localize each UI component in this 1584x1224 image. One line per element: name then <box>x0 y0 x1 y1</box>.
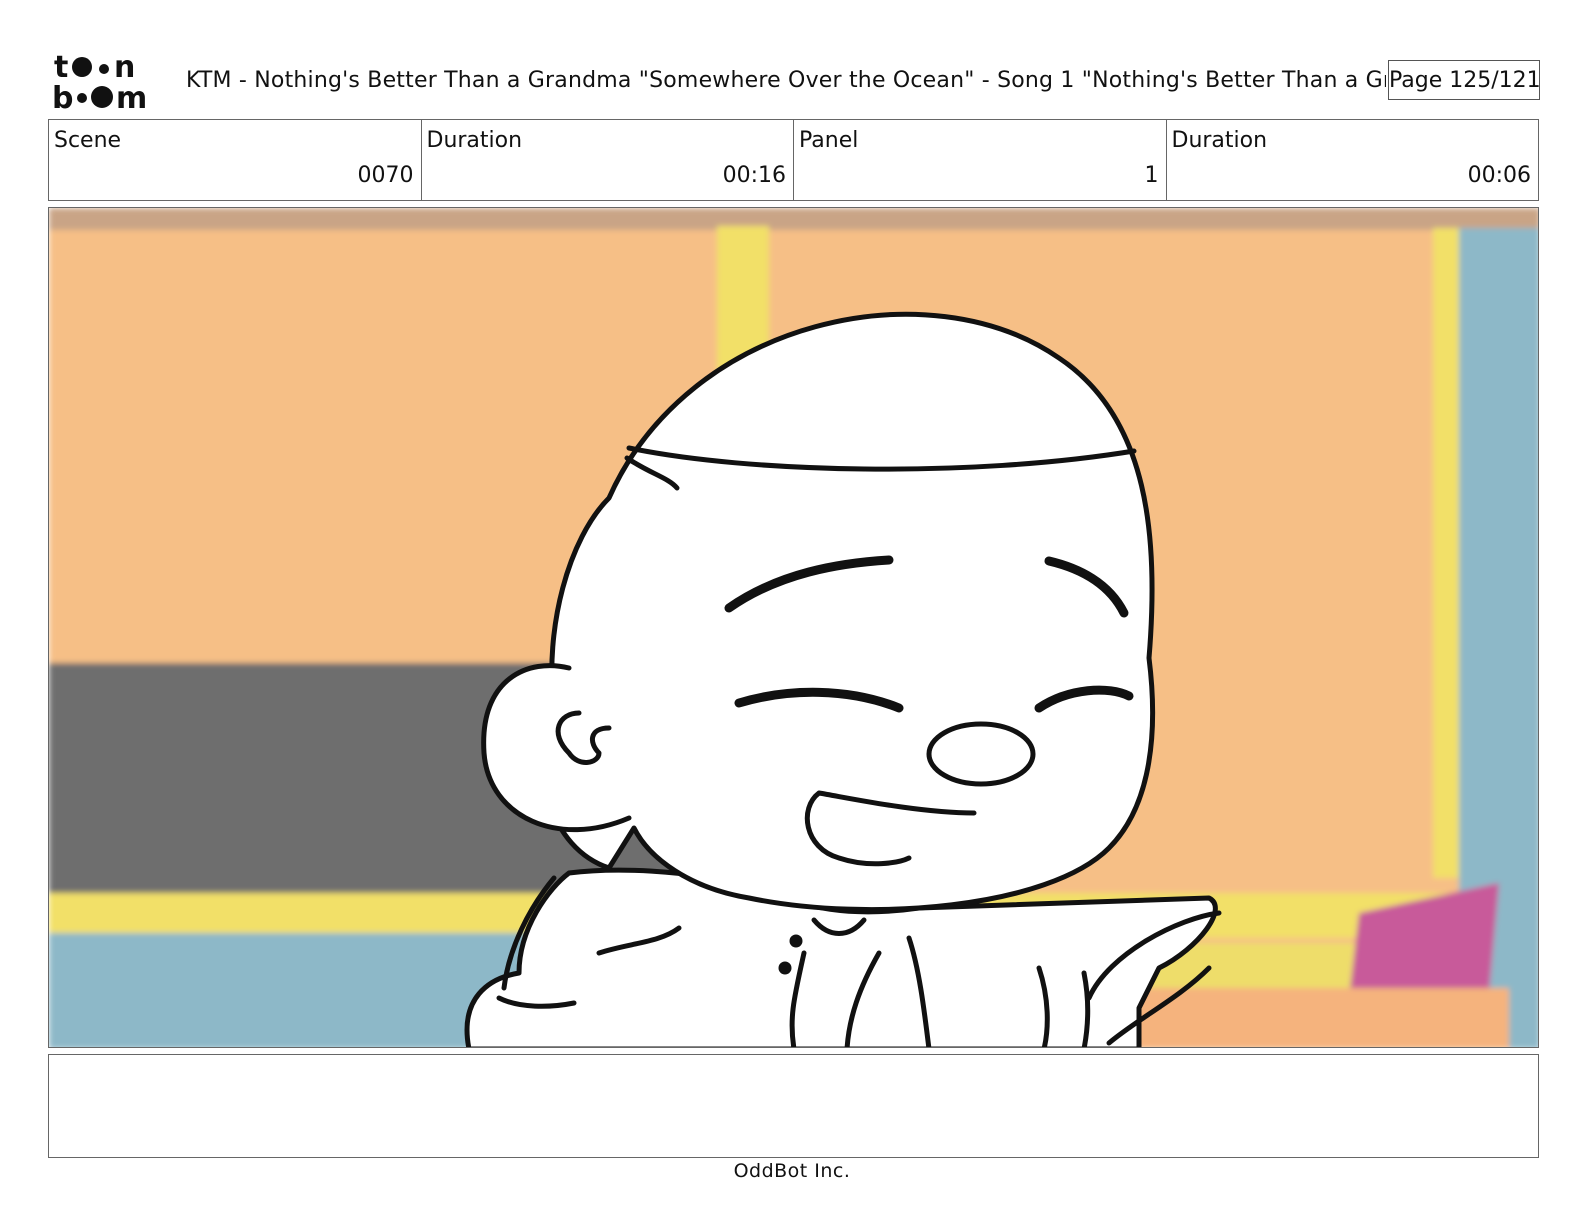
panel-cell: Panel 1 <box>794 120 1167 200</box>
scene-label: Scene <box>54 128 122 153</box>
document-title: KTM - Nothing's Better Than a Grandma "S… <box>186 68 1386 93</box>
panel-value: 1 <box>1144 163 1159 188</box>
footer-company: OddBot Inc. <box>733 1160 851 1182</box>
scene-duration-label: Duration <box>426 128 523 153</box>
scene-value: 0070 <box>357 163 414 188</box>
svg-text:t: t <box>54 50 68 85</box>
toon-boom-logo: t n b m <box>52 50 147 112</box>
svg-text:n: n <box>114 50 135 85</box>
panel-duration-cell: Duration 00:06 <box>1167 120 1539 200</box>
panel-label: Panel <box>799 128 859 153</box>
panel-duration-value: 00:06 <box>1467 163 1531 188</box>
scene-cell: Scene 0070 <box>49 120 422 200</box>
page-indicator: Page 125/121 <box>1388 60 1541 100</box>
storyboard-drawing-icon <box>49 208 1538 1047</box>
svg-text:b: b <box>52 81 73 112</box>
storyboard-panel <box>48 207 1539 1048</box>
scene-duration-value: 00:16 <box>722 163 786 188</box>
panel-notes-box <box>48 1054 1539 1158</box>
scene-duration-cell: Duration 00:16 <box>422 120 794 200</box>
scene-info-row: Scene 0070 Duration 00:16 Panel 1 Durati… <box>48 119 1539 201</box>
svg-text:m: m <box>116 81 147 112</box>
panel-duration-label: Duration <box>1171 128 1268 153</box>
